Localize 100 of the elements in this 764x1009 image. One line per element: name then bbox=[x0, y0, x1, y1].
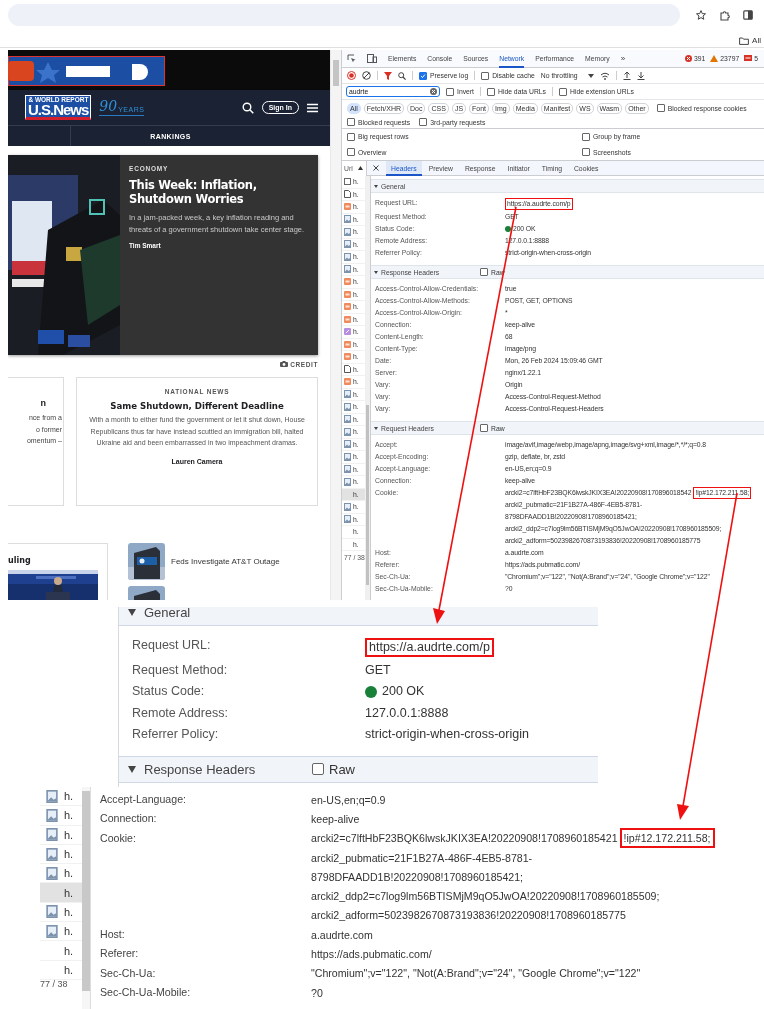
checkbox[interactable] bbox=[656, 104, 665, 112]
brackets-icon bbox=[344, 340, 351, 348]
puzzle-icon[interactable] bbox=[719, 9, 730, 21]
section-header[interactable]: Response Headers Raw bbox=[119, 755, 598, 783]
header-name: Sec-Ch-Ua: bbox=[100, 965, 157, 981]
folder-icon bbox=[739, 36, 750, 45]
header-value: keep-alive bbox=[311, 811, 360, 826]
checkbox-label[interactable]: Raw bbox=[329, 761, 355, 777]
scrollbar[interactable] bbox=[330, 50, 341, 600]
caret-icon bbox=[374, 426, 378, 430]
bookmark-item[interactable]: All bbox=[739, 36, 761, 45]
brackets-icon bbox=[344, 315, 351, 323]
checkbox[interactable] bbox=[419, 118, 428, 126]
upload-icon[interactable] bbox=[622, 71, 631, 80]
highlighted-value: https://a.audrte.com/p bbox=[365, 638, 494, 657]
image-icon bbox=[344, 240, 351, 249]
image-icon bbox=[344, 440, 351, 449]
image-icon bbox=[344, 477, 351, 486]
record-icon[interactable] bbox=[347, 71, 356, 80]
story-title[interactable]: uling bbox=[8, 556, 107, 565]
image-icon bbox=[344, 465, 351, 474]
request-row[interactable]: h. bbox=[40, 806, 82, 826]
scrollbar[interactable] bbox=[364, 176, 370, 600]
inspect-icon[interactable] bbox=[347, 54, 356, 63]
header-name: Status Code: bbox=[132, 683, 206, 701]
request-row[interactable]: h. bbox=[40, 922, 82, 942]
image-icon bbox=[344, 415, 351, 424]
sort-icon bbox=[357, 166, 363, 170]
header-value: ?0 bbox=[311, 985, 323, 1000]
header-name: Request URL: bbox=[132, 637, 212, 654]
checkbox[interactable] bbox=[347, 132, 355, 141]
story-link[interactable]: Feds Investigate AT&T Outage bbox=[171, 557, 280, 566]
clear-icon[interactable] bbox=[362, 71, 371, 80]
checkbox[interactable] bbox=[559, 87, 567, 96]
checkbox[interactable] bbox=[582, 148, 590, 157]
header-value: strict-origin-when-cross-origin bbox=[365, 726, 529, 742]
request-row[interactable]: h. bbox=[40, 825, 82, 845]
story-title[interactable]: This Week: Inflation, Shutdown Worries bbox=[129, 178, 309, 206]
image-icon bbox=[344, 402, 351, 411]
download-icon[interactable] bbox=[636, 71, 645, 80]
header-name: Connection: bbox=[100, 811, 158, 827]
device-icon[interactable] bbox=[367, 54, 377, 63]
section-header[interactable]: General bbox=[119, 607, 598, 626]
checkbox[interactable] bbox=[487, 87, 495, 96]
status-dot bbox=[365, 685, 377, 698]
brackets-icon bbox=[344, 203, 351, 211]
error-icon[interactable] bbox=[684, 55, 692, 62]
header-value: arcki2_ddp2=c7log9lm56BTISMjM9qO5JwOA!20220908!1708960185509; bbox=[311, 889, 660, 904]
sidebar-icon[interactable] bbox=[743, 10, 753, 20]
checkbox[interactable] bbox=[419, 71, 427, 80]
filter-icon[interactable] bbox=[384, 71, 392, 80]
header-name: Sec-Ch-Ua-Mobile: bbox=[100, 984, 192, 1000]
scrollbar[interactable] bbox=[82, 787, 90, 1009]
header-value: GET bbox=[365, 663, 391, 679]
header-name: Host: bbox=[100, 927, 126, 943]
brackets-icon bbox=[344, 290, 351, 298]
caret-icon bbox=[128, 609, 136, 616]
header-value: arcki2_pubmatic=21F1B27A-486F-4EB5-8781- bbox=[311, 850, 533, 865]
checkbox[interactable] bbox=[312, 763, 324, 776]
header-value: https://ads.pubmatic.com/ bbox=[311, 946, 432, 961]
wifi-icon[interactable] bbox=[599, 71, 610, 80]
search-icon[interactable] bbox=[398, 71, 406, 80]
header-value: 200 OK bbox=[382, 684, 425, 700]
checkbox[interactable] bbox=[347, 148, 355, 157]
request-row[interactable]: h. bbox=[40, 787, 82, 807]
checkbox[interactable] bbox=[347, 118, 355, 126]
request-count: 77 / 38 bbox=[40, 979, 69, 989]
checkbox[interactable] bbox=[480, 424, 488, 432]
warning-icon[interactable] bbox=[710, 55, 719, 62]
image-icon bbox=[46, 789, 58, 803]
image-icon bbox=[344, 452, 351, 461]
header-name: Referer: bbox=[100, 946, 140, 962]
checkbox[interactable] bbox=[481, 71, 490, 80]
anniversary-number: 90 bbox=[99, 99, 118, 113]
star-icon[interactable] bbox=[696, 10, 706, 20]
status-dot bbox=[505, 226, 511, 232]
header-name: Request Method: bbox=[132, 662, 229, 680]
header-value: a.audrte.com bbox=[311, 927, 373, 942]
issue-icon[interactable] bbox=[744, 55, 753, 62]
header-value: "Chromium";v="122", "Not(A:Brand";v="24", "Google Chrome";v="122" bbox=[311, 966, 641, 981]
more-tabs-button[interactable]: » bbox=[620, 54, 626, 63]
request-row[interactable]: h. bbox=[40, 902, 82, 923]
caret-icon bbox=[128, 765, 136, 773]
header-value: 127.0.0.1:8888 bbox=[365, 705, 449, 721]
highlighted-value: !ip#12.172.211.58; bbox=[619, 828, 715, 849]
image-icon bbox=[344, 215, 351, 224]
checkbox[interactable] bbox=[446, 87, 454, 96]
header-name: Remote Address: bbox=[132, 704, 229, 722]
menu-icon[interactable] bbox=[307, 102, 318, 113]
search-icon[interactable] bbox=[241, 101, 254, 114]
image-icon bbox=[46, 847, 58, 861]
image-icon bbox=[344, 427, 351, 436]
story-title[interactable]: Same Shutdown, Different Deadline bbox=[87, 401, 307, 411]
close-icon[interactable] bbox=[373, 165, 379, 171]
request-row[interactable]: h. bbox=[40, 844, 82, 865]
request-row[interactable]: h. bbox=[40, 883, 82, 903]
checkbox[interactable] bbox=[480, 268, 488, 276]
checkbox[interactable] bbox=[582, 132, 590, 141]
caret-icon bbox=[587, 73, 594, 78]
story-title[interactable]: n bbox=[8, 398, 46, 408]
